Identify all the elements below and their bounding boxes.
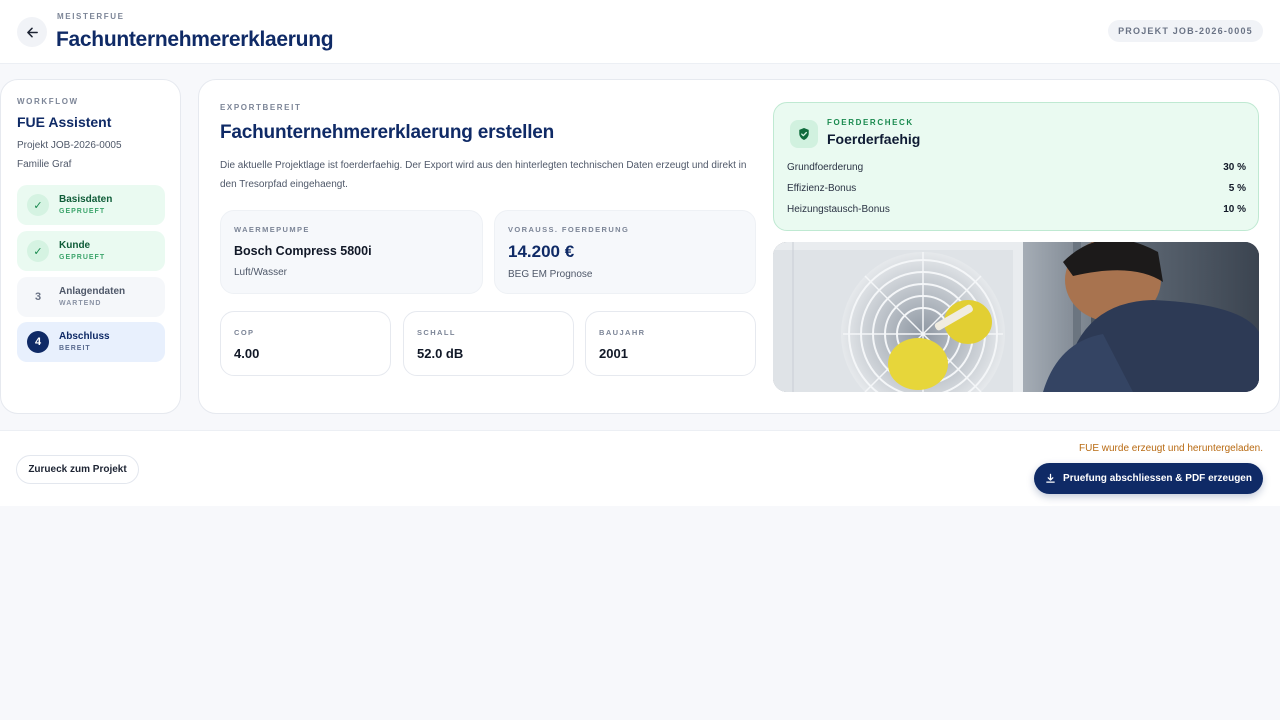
check-row-effizienz: Effizienz-Bonus 5 % bbox=[787, 183, 1246, 199]
check-row-value: 10 % bbox=[1223, 204, 1246, 215]
step-label: Anlagendaten bbox=[59, 286, 126, 297]
workflow-sidebar: WORKFLOW FUE Assistent Projekt JOB-2026-… bbox=[0, 79, 181, 414]
funding-check-card: FOERDERCHECK Foerderfaehig Grundfoerderu… bbox=[773, 102, 1259, 231]
technician-photo bbox=[773, 242, 1259, 392]
step-status: WARTEND bbox=[59, 300, 102, 307]
funding-label: VORAUSS. FOERDERUNG bbox=[508, 225, 630, 234]
heat-pump-card: WAERMEPUMPE Bosch Compress 5800i Luft/Wa… bbox=[220, 210, 483, 294]
funding-amount: 14.200 € bbox=[508, 242, 575, 261]
sidebar-overline: WORKFLOW bbox=[17, 97, 79, 106]
metric-schall: SCHALL 52.0 dB bbox=[403, 311, 574, 376]
step-number: 4 bbox=[27, 331, 49, 353]
page-title: Fachunternehmererklaerung bbox=[56, 28, 334, 51]
sidebar-title: FUE Assistent bbox=[17, 114, 112, 130]
step-number: 3 bbox=[34, 291, 42, 303]
step-basisdaten[interactable]: ✓ Basisdaten GEPRUEFT bbox=[17, 185, 165, 225]
finish-and-export-button[interactable]: Pruefung abschliessen & PDF erzeugen bbox=[1034, 463, 1263, 494]
export-title: Fachunternehmererklaerung erstellen bbox=[220, 122, 555, 143]
step-kunde[interactable]: ✓ Kunde GEPRUEFT bbox=[17, 231, 165, 271]
back-to-project-button[interactable]: Zurueck zum Projekt bbox=[16, 455, 139, 484]
sidebar-project: Projekt JOB-2026-0005 bbox=[17, 140, 122, 151]
metric-value: 4.00 bbox=[234, 346, 260, 361]
check-icon: ✓ bbox=[27, 194, 49, 216]
check-overline: FOERDERCHECK bbox=[827, 118, 914, 127]
funding-card: VORAUSS. FOERDERUNG 14.200 € BEG EM Prog… bbox=[494, 210, 756, 294]
heat-pump-model: Bosch Compress 5800i bbox=[234, 244, 372, 258]
check-row-heizungstausch: Heizungstausch-Bonus 10 % bbox=[787, 204, 1246, 220]
back-button[interactable] bbox=[17, 17, 47, 47]
app-header: MEISTERFUE Fachunternehmererklaerung PRO… bbox=[0, 0, 1280, 64]
check-row-grundfoerderung: Grundfoerderung 30 % bbox=[787, 162, 1246, 178]
check-row-value: 30 % bbox=[1223, 162, 1246, 173]
check-row-label: Heizungstausch-Bonus bbox=[787, 204, 890, 215]
check-row-value: 5 % bbox=[1228, 183, 1246, 194]
step-label: Basisdaten bbox=[59, 194, 113, 205]
shield-check-icon bbox=[790, 120, 818, 148]
check-icon: ✓ bbox=[27, 240, 49, 262]
download-icon bbox=[1046, 473, 1055, 483]
step-status: BEREIT bbox=[59, 345, 91, 352]
brand-name: MEISTERFUE bbox=[57, 12, 125, 21]
metric-value: 2001 bbox=[599, 346, 628, 361]
metric-value: 52.0 dB bbox=[417, 346, 464, 361]
step-anlagendaten[interactable]: 3 Anlagendaten WARTEND bbox=[17, 277, 165, 317]
status-message: FUE wurde erzeugt und heruntergeladen. bbox=[1078, 443, 1263, 454]
metric-label: SCHALL bbox=[417, 328, 456, 337]
finish-and-export-label: Pruefung abschliessen & PDF erzeugen bbox=[1063, 473, 1252, 484]
sidebar-customer: Familie Graf bbox=[17, 159, 72, 170]
metric-cop: COP 4.00 bbox=[220, 311, 391, 376]
check-row-label: Effizienz-Bonus bbox=[787, 183, 857, 194]
arrow-left-icon bbox=[26, 27, 38, 37]
heat-pump-type: Luft/Wasser bbox=[234, 267, 287, 278]
step-status: GEPRUEFT bbox=[59, 208, 106, 215]
funding-forecast: BEG EM Prognose bbox=[508, 269, 593, 280]
export-description: Die aktuelle Projektlage ist foerderfaeh… bbox=[220, 160, 747, 190]
step-label: Abschluss bbox=[59, 331, 110, 342]
metric-baujahr: BAUJAHR 2001 bbox=[585, 311, 756, 376]
step-label: Kunde bbox=[59, 240, 91, 251]
action-footer: Zurueck zum Projekt FUE wurde erzeugt un… bbox=[0, 430, 1280, 506]
step-abschluss[interactable]: 4 Abschluss BEREIT bbox=[17, 322, 165, 362]
project-badge: PROJEKT JOB-2026-0005 bbox=[1108, 20, 1263, 42]
heat-pump-label: WAERMEPUMPE bbox=[234, 225, 310, 234]
export-overline: EXPORTBEREIT bbox=[220, 103, 302, 112]
check-row-label: Grundfoerderung bbox=[787, 162, 864, 173]
check-title: Foerderfaehig bbox=[827, 131, 921, 147]
metric-label: COP bbox=[234, 328, 255, 337]
metric-label: BAUJAHR bbox=[599, 328, 646, 337]
step-status: GEPRUEFT bbox=[59, 254, 106, 261]
export-card: EXPORTBEREIT Fachunternehmererklaerung e… bbox=[198, 79, 1280, 414]
